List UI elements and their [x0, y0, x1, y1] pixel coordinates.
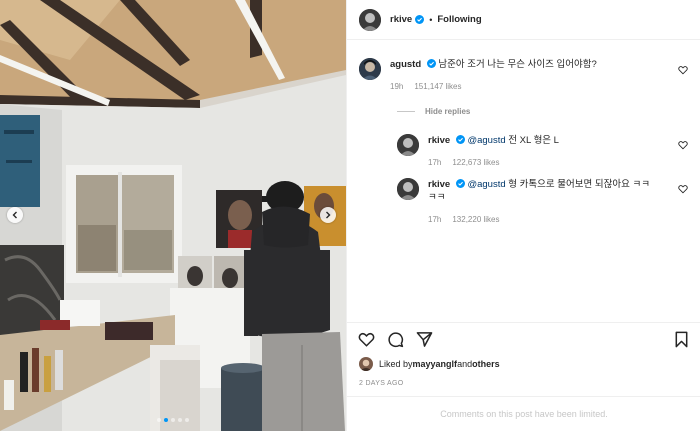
reply-text: 형 카톡으로 물어보면 되잖아요 ㅋㅋ — [505, 179, 650, 190]
post-action-bar — [347, 322, 700, 354]
studio-room-image — [0, 0, 346, 431]
comments-list: agustd 남준아 조거 나는 무슨 사이즈 입어야함? 19h 151,14… — [347, 40, 700, 322]
carousel-indicator — [0, 418, 346, 422]
liked-by-user[interactable]: mayyanglf — [413, 359, 458, 369]
reply-mention[interactable]: @agustd — [467, 135, 505, 146]
verified-badge-icon — [415, 15, 425, 24]
carousel-dot — [157, 418, 161, 422]
reply-body: rkive @agustd 형 카톡으로 물어보면 되잖아요 ㅋㅋ ㅋㅋ 17h… — [428, 178, 650, 226]
post-timestamp[interactable]: 2 DAYS AGO — [359, 380, 404, 387]
post-side-panel: rkive • Following agustd 남준아 조거 나는 무슨 사이… — [346, 0, 700, 431]
verified-badge-icon — [426, 59, 436, 68]
verified-badge-icon — [455, 135, 465, 144]
header-separator: • — [429, 14, 433, 25]
reply-item: rkive @agustd 전 XL 형은 L 17h 122,673 like… — [397, 134, 559, 169]
liked-by-others[interactable]: others — [472, 359, 500, 369]
reply-likes[interactable]: 132,220 likes — [452, 213, 499, 226]
share-icon[interactable] — [416, 331, 433, 348]
commenter-username[interactable]: agustd — [390, 59, 421, 70]
post-header: rkive • Following — [347, 0, 700, 40]
comments-limited-text: Comments on this post have been limited. — [440, 409, 608, 419]
commenter-avatar-image — [359, 58, 381, 80]
comment-time[interactable]: 19h — [390, 80, 403, 93]
following-button[interactable]: Following — [437, 14, 481, 25]
heart-icon[interactable] — [358, 331, 375, 348]
hide-replies-button[interactable]: Hide replies — [397, 107, 470, 116]
carousel-dot — [164, 418, 168, 422]
hide-replies-label: Hide replies — [425, 107, 471, 116]
replier-avatar[interactable] — [397, 134, 419, 156]
replier-avatar-image — [397, 134, 419, 156]
reply-likes[interactable]: 122,673 likes — [452, 156, 499, 169]
author-avatar[interactable] — [359, 8, 381, 31]
reply-text: 전 XL 형은 L — [505, 135, 559, 146]
liked-by-middle: and — [457, 359, 473, 369]
liked-by-prefix: Liked by — [379, 359, 413, 369]
chevron-right-icon — [326, 211, 331, 219]
replies-divider-line — [397, 111, 415, 112]
replier-username[interactable]: rkive — [428, 179, 450, 190]
author-avatar-image — [359, 8, 381, 31]
heart-icon[interactable] — [678, 184, 688, 194]
carousel-prev-button[interactable] — [7, 207, 23, 223]
replier-avatar-image — [397, 178, 419, 200]
carousel-next-button[interactable] — [320, 207, 336, 223]
comment-text: 남준아 조거 나는 무슨 사이즈 입어야함? — [438, 59, 597, 70]
reply-item: rkive @agustd 형 카톡으로 물어보면 되잖아요 ㅋㅋ ㅋㅋ 17h… — [397, 178, 650, 226]
reply-mention[interactable]: @agustd — [467, 179, 505, 190]
commenter-avatar[interactable] — [359, 58, 381, 80]
verified-badge-icon — [455, 179, 465, 188]
reply-time[interactable]: 17h — [428, 156, 441, 169]
comment-item: agustd 남준아 조거 나는 무슨 사이즈 입어야함? 19h 151,14… — [359, 58, 597, 93]
author-username[interactable]: rkive — [390, 14, 412, 25]
post-photo[interactable] — [0, 0, 346, 431]
comment-body: agustd 남준아 조거 나는 무슨 사이즈 입어야함? 19h 151,14… — [390, 58, 597, 93]
comments-limited-notice: Comments on this post have been limited. — [347, 396, 700, 431]
carousel-dot — [171, 418, 175, 422]
liker-avatar[interactable] — [359, 357, 373, 371]
liked-by-row: Liked by mayyanglf and others — [359, 357, 500, 371]
author-block: rkive • Following — [390, 14, 482, 25]
reply-text-continued: ㅋㅋ — [428, 192, 446, 203]
replier-avatar[interactable] — [397, 178, 419, 200]
carousel-dot — [185, 418, 189, 422]
chevron-left-icon — [12, 211, 17, 219]
reply-meta: 17h 132,220 likes — [428, 213, 650, 226]
reply-time[interactable]: 17h — [428, 213, 441, 226]
comment-likes[interactable]: 151,147 likes — [414, 80, 461, 93]
reply-body: rkive @agustd 전 XL 형은 L 17h 122,673 like… — [428, 134, 559, 169]
carousel-dot — [178, 418, 182, 422]
heart-icon[interactable] — [678, 140, 688, 150]
comment-meta: 19h 151,147 likes — [390, 80, 597, 93]
heart-icon[interactable] — [678, 65, 688, 75]
reply-meta: 17h 122,673 likes — [428, 156, 559, 169]
comment-icon[interactable] — [387, 331, 404, 348]
instagram-post-modal: rkive • Following agustd 남준아 조거 나는 무슨 사이… — [0, 0, 700, 431]
liker-avatar-image — [359, 357, 373, 371]
replier-username[interactable]: rkive — [428, 135, 450, 146]
bookmark-icon[interactable] — [673, 331, 690, 348]
